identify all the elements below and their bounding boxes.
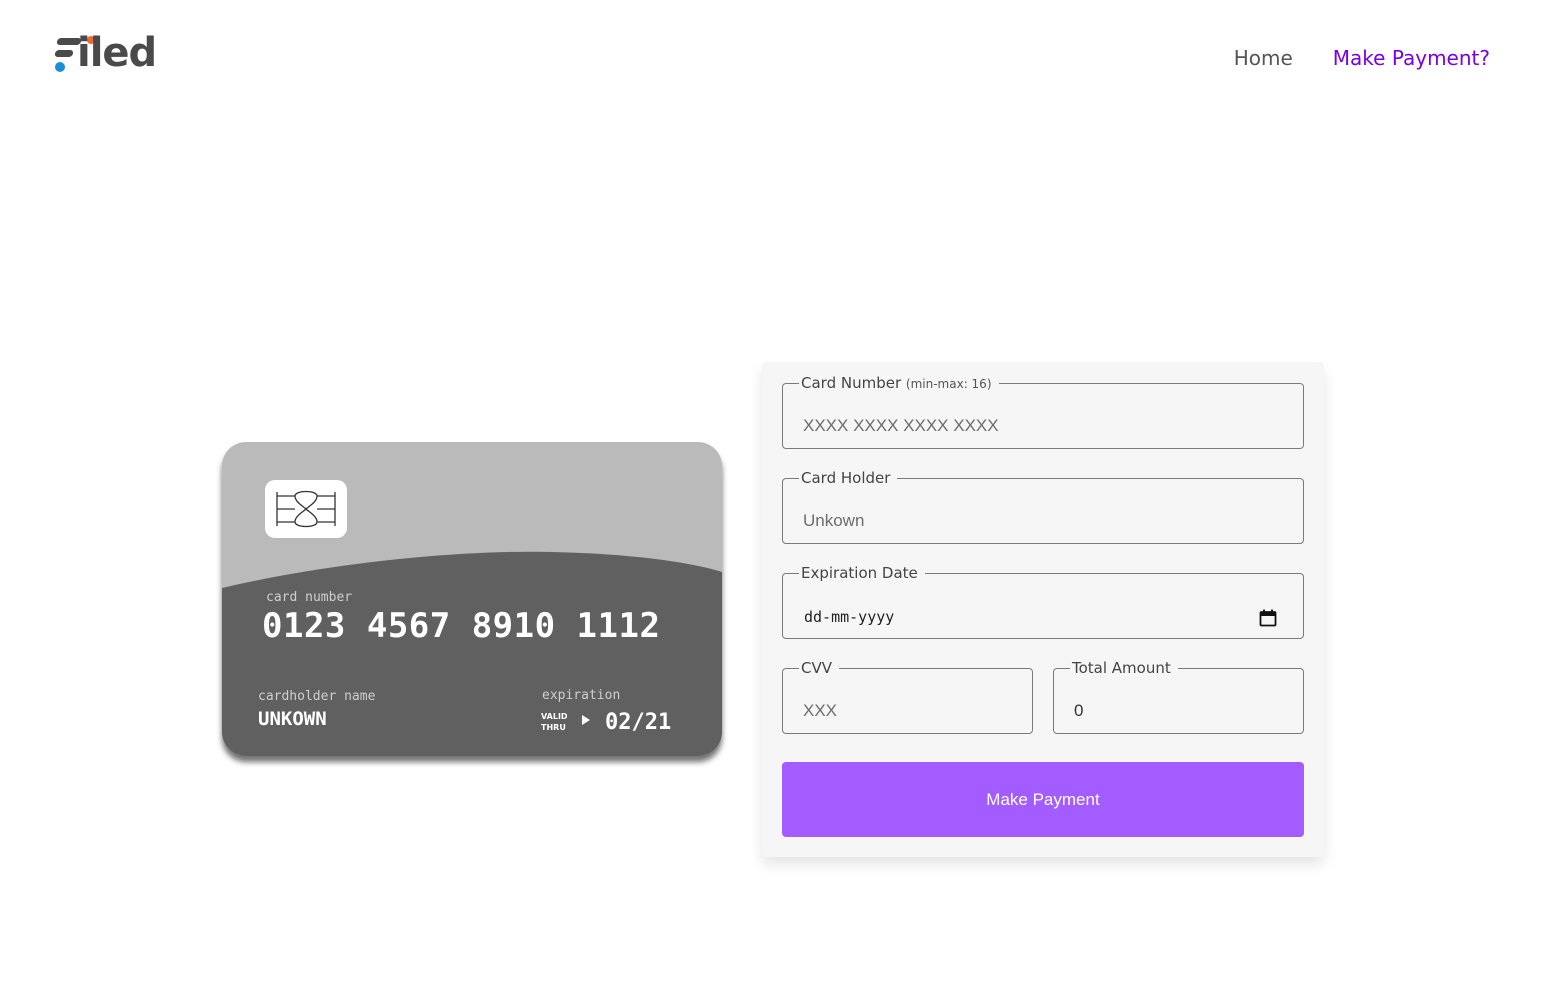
logo-text: iled <box>77 30 157 76</box>
card-number-display: 0123 4567 8910 1112 <box>262 606 661 646</box>
expiration-date-input[interactable]: dd-mm-yyyy <box>804 608 894 626</box>
expiration-date-fieldset: Expiration Date dd-mm-yyyy <box>782 564 1304 639</box>
chip-icon <box>265 480 347 538</box>
cvv-field-label: CVV <box>801 659 832 677</box>
filed-logo[interactable]: iled <box>54 30 165 76</box>
total-amount-input[interactable] <box>1074 701 1283 721</box>
card-holder-fieldset: Card Holder <box>782 469 1304 544</box>
arrow-right-icon <box>582 715 590 725</box>
card-number-field-label: Card Number (min-max: 16) <box>801 374 992 392</box>
card-number-hint: (min-max: 16) <box>905 377 992 391</box>
top-nav: Home Make Payment? <box>1234 46 1490 70</box>
expiration-date-field-label: Expiration Date <box>801 564 918 582</box>
expiration-label: expiration <box>542 688 621 703</box>
valid-thru-label: VALID THRU <box>541 712 568 732</box>
total-amount-fieldset: Total Amount <box>1053 659 1304 734</box>
card-number-label: card number <box>266 590 353 605</box>
cardholder-name-label: cardholder name <box>258 689 376 704</box>
payment-form: Card Number (min-max: 16) Card Holder Ex… <box>762 362 1324 857</box>
expiration-display: 02/21 <box>605 710 672 735</box>
nav-home-link[interactable]: Home <box>1234 46 1293 70</box>
nav-make-payment-link[interactable]: Make Payment? <box>1333 46 1490 70</box>
logo-f-mark <box>54 38 82 72</box>
cvv-fieldset: CVV <box>782 659 1033 734</box>
card-holder-input[interactable] <box>803 511 1283 531</box>
card-number-fieldset: Card Number (min-max: 16) <box>782 374 1304 449</box>
card-number-input[interactable] <box>803 416 1283 436</box>
total-amount-field-label: Total Amount <box>1072 659 1171 677</box>
cardholder-name-display: UNKOWN <box>258 708 327 730</box>
calendar-icon[interactable] <box>1259 609 1277 627</box>
credit-card-preview: card number 0123 4567 8910 1112 cardhold… <box>222 442 722 756</box>
logo-blue-dot <box>55 62 65 72</box>
make-payment-button[interactable]: Make Payment <box>782 762 1304 837</box>
cvv-input[interactable] <box>803 701 1012 721</box>
card-holder-field-label: Card Holder <box>801 469 891 487</box>
